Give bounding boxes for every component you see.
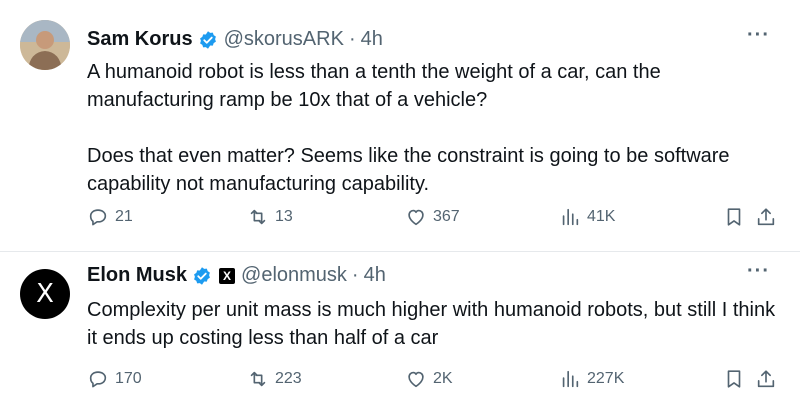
like-count: 2K xyxy=(433,370,453,387)
tweet-elon-musk[interactable]: X Elon Musk X @elonmusk · 4h ··· Complex… xyxy=(0,252,800,406)
retweet-icon xyxy=(250,209,266,225)
retweet-button[interactable]: 13 xyxy=(247,206,293,228)
x-logo-icon: X xyxy=(36,279,54,309)
display-name[interactable]: Elon Musk xyxy=(87,264,187,287)
bookmark-icon xyxy=(727,370,741,388)
tweet-text: A humanoid robot is less than a tenth th… xyxy=(87,58,777,226)
tweet-paragraph: Does that even matter? Seems like the co… xyxy=(87,145,730,195)
tweet-header: Sam Korus @skorusARK · 4h xyxy=(87,28,383,51)
separator-dot: · xyxy=(351,264,359,286)
views-count: 227K xyxy=(587,370,625,387)
reply-button[interactable]: 21 xyxy=(87,206,133,228)
reply-button[interactable]: 170 xyxy=(87,368,142,390)
like-icon xyxy=(408,209,424,226)
timestamp[interactable]: 4h xyxy=(361,28,383,51)
retweet-count: 13 xyxy=(275,208,293,225)
share-icon xyxy=(757,208,775,226)
like-button[interactable]: 367 xyxy=(405,206,460,228)
separator-dot: · xyxy=(348,28,356,50)
tweet-sam-korus[interactable]: Sam Korus @skorusARK · 4h ··· A humanoid… xyxy=(0,0,800,252)
views-button[interactable]: 227K xyxy=(559,368,624,390)
handle[interactable]: @skorusARK xyxy=(224,28,344,51)
more-options-icon[interactable]: ··· xyxy=(747,24,770,47)
action-bar: 21 13 367 41K xyxy=(87,205,777,229)
verified-icon xyxy=(194,266,210,285)
tweet-paragraph: Complexity per unit mass is much higher … xyxy=(87,299,776,349)
share-icon xyxy=(757,370,775,388)
views-icon xyxy=(562,208,579,226)
display-name[interactable]: Sam Korus xyxy=(87,28,193,51)
share-button[interactable] xyxy=(755,206,777,228)
views-count: 41K xyxy=(587,208,616,225)
share-button[interactable] xyxy=(755,368,777,390)
action-bar: 170 223 2K 227K xyxy=(87,367,777,391)
tweet-header: Elon Musk X @elonmusk · 4h xyxy=(87,264,386,287)
reply-icon xyxy=(89,209,107,226)
bookmark-button[interactable] xyxy=(723,368,745,390)
like-count: 367 xyxy=(433,208,460,225)
tweet-paragraph: A humanoid robot is less than a tenth th… xyxy=(87,61,661,111)
reply-icon xyxy=(89,371,107,388)
views-icon xyxy=(562,370,579,388)
avatar[interactable]: X xyxy=(20,269,70,319)
verified-icon xyxy=(199,30,216,49)
x-affiliation-badge-icon: X xyxy=(219,267,236,284)
retweet-icon xyxy=(250,371,266,387)
like-button[interactable]: 2K xyxy=(405,368,453,390)
timestamp[interactable]: 4h xyxy=(364,264,386,287)
handle[interactable]: @elonmusk xyxy=(241,264,347,287)
avatar[interactable] xyxy=(20,20,70,70)
bookmark-button[interactable] xyxy=(723,206,745,228)
more-options-icon[interactable]: ··· xyxy=(747,260,770,283)
avatar-photo xyxy=(20,20,70,70)
reply-count: 21 xyxy=(115,208,133,225)
retweet-button[interactable]: 223 xyxy=(247,368,302,390)
like-icon xyxy=(408,371,424,388)
bookmark-icon xyxy=(727,208,741,226)
retweet-count: 223 xyxy=(275,370,302,387)
reply-count: 170 xyxy=(115,370,142,387)
views-button[interactable]: 41K xyxy=(559,206,615,228)
